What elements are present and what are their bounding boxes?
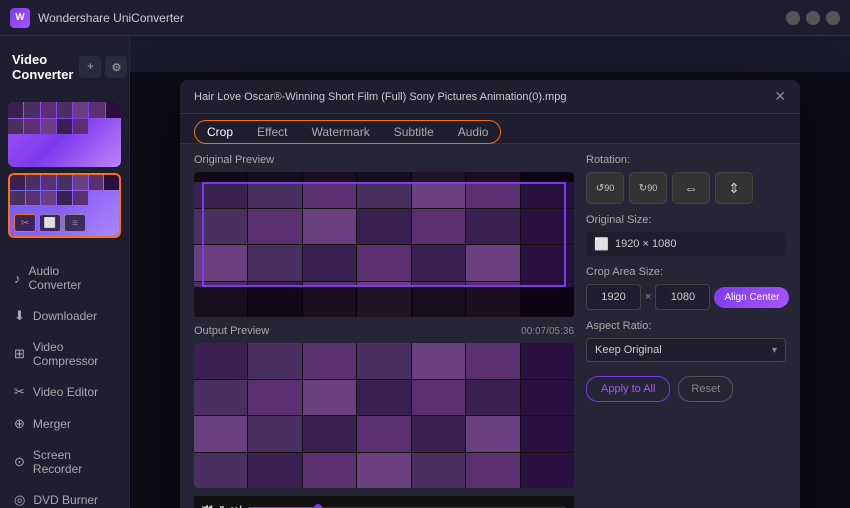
crop-separator: × xyxy=(645,291,651,303)
window-controls xyxy=(786,11,840,25)
right-panel: Rotation: ↺90 ↻90 ⇔ xyxy=(586,154,786,508)
tab-subtitle[interactable]: Subtitle xyxy=(382,121,446,143)
tab-crop[interactable]: Crop xyxy=(195,121,245,143)
compress-icon: ⊞ xyxy=(14,346,25,362)
sidebar-item-label: Video Editor xyxy=(33,385,98,399)
sidebar-item-audio-converter[interactable]: ♪ Audio Converter xyxy=(0,256,129,300)
rotation-buttons: ↺90 ↻90 ⇔ ⇕ xyxy=(586,172,786,204)
crop-dialog: Hair Love Oscar®-Winning Short Film (Ful… xyxy=(180,80,800,508)
thumbnail-area: ✂ ⬜ ≡ xyxy=(0,98,129,248)
crop-area-section: Crop Area Size: × Align Center xyxy=(586,266,786,310)
crop-width-input[interactable] xyxy=(586,284,641,310)
playback-bar: ⏮ ⏸ ⏭ xyxy=(194,496,574,508)
minimize-button[interactable] xyxy=(786,11,800,25)
dialog-overlay: Hair Love Oscar®-Winning Short Film (Ful… xyxy=(130,72,850,508)
sidebar-item-dvd-burner[interactable]: ◎ DVD Burner xyxy=(0,484,129,508)
reset-button[interactable]: Reset xyxy=(678,376,733,402)
sidebar-item-video-editor[interactable]: ✂ Video Editor xyxy=(0,376,129,408)
maximize-button[interactable] xyxy=(806,11,820,25)
output-video xyxy=(194,343,574,488)
aspect-ratio-section: Aspect Ratio: Keep Original ▾ xyxy=(586,320,786,362)
sidebar-item-label: Video Compressor xyxy=(33,340,115,368)
rotate-cw-button[interactable]: ↻90 xyxy=(629,172,667,204)
dialog-title: Hair Love Oscar®-Winning Short Film (Ful… xyxy=(194,91,766,103)
output-preview-box xyxy=(194,343,574,488)
sidebar-header: Video Converter + ⚙ xyxy=(0,44,129,98)
align-center-button[interactable]: Align Center xyxy=(714,287,789,308)
dvd-icon: ◎ xyxy=(14,492,25,508)
output-preview-label: Output Preview xyxy=(194,325,269,337)
app-logo: W xyxy=(10,8,30,28)
aspect-ratio-label: Aspect Ratio: xyxy=(586,320,786,332)
cut-tool-button[interactable]: ✂ xyxy=(14,214,36,232)
rotation-section: Rotation: ↺90 ↻90 ⇔ xyxy=(586,154,786,204)
record-icon: ⊙ xyxy=(14,454,25,470)
progress-dot xyxy=(313,504,322,508)
crop-selection[interactable] xyxy=(202,182,566,287)
action-buttons: Apply to All Reset xyxy=(586,376,786,402)
download-icon: ⬇ xyxy=(14,308,25,324)
sidebar-nav: ♪ Audio Converter ⬇ Downloader ⊞ Video C… xyxy=(0,248,129,508)
prev-button[interactable]: ⏮ xyxy=(202,501,213,508)
sidebar: Video Converter + ⚙ xyxy=(0,36,130,508)
flip-vertical-button[interactable]: ⇕ xyxy=(715,172,753,204)
app-titlebar: W Wondershare UniConverter xyxy=(0,0,850,36)
apply-to-all-button[interactable]: Apply to All xyxy=(586,376,670,402)
original-size-display: ⬜ 1920 × 1080 xyxy=(586,232,786,256)
dialog-body: Original Preview xyxy=(180,144,800,508)
audio-icon: ♪ xyxy=(14,271,21,286)
original-size-section: Original Size: ⬜ 1920 × 1080 xyxy=(586,214,786,256)
original-size-value: 1920 × 1080 xyxy=(615,238,676,250)
original-preview-box xyxy=(194,172,574,317)
rotation-label: Rotation: xyxy=(586,154,786,166)
merge-icon: ⊕ xyxy=(14,416,25,432)
sidebar-item-downloader[interactable]: ⬇ Downloader xyxy=(0,300,129,332)
sidebar-item-label: DVD Burner xyxy=(33,493,98,507)
sidebar-item-label: Audio Converter xyxy=(29,264,116,292)
tab-watermark[interactable]: Watermark xyxy=(299,121,381,143)
time-display: 00:07/05:36 xyxy=(521,326,574,337)
preview-section: Original Preview xyxy=(194,154,574,508)
chevron-down-icon: ▾ xyxy=(772,345,777,356)
crop-height-input[interactable] xyxy=(655,284,710,310)
sidebar-item-merger[interactable]: ⊕ Merger xyxy=(0,408,129,440)
thumbnail-item-1[interactable] xyxy=(8,102,121,167)
dialog-titlebar: Hair Love Oscar®-Winning Short Film (Ful… xyxy=(180,80,800,114)
sidebar-item-video-compressor[interactable]: ⊞ Video Compressor xyxy=(0,332,129,376)
thumbnail-tools: ✂ ⬜ ≡ xyxy=(14,214,86,232)
add-file-button[interactable]: + xyxy=(79,56,101,78)
sidebar-header-icons: + ⚙ xyxy=(79,56,127,78)
dialog-close-button[interactable]: ✕ xyxy=(774,88,786,105)
app-title: Wondershare UniConverter xyxy=(38,11,184,25)
aspect-ratio-value: Keep Original xyxy=(595,344,662,356)
thumbnail-preview-1 xyxy=(8,102,121,167)
list-tool-button[interactable]: ≡ xyxy=(64,214,86,232)
pause-button[interactable]: ⏸ xyxy=(219,501,225,508)
settings-icon[interactable]: ⚙ xyxy=(105,56,127,78)
size-icon: ⬜ xyxy=(594,237,609,251)
close-button[interactable] xyxy=(826,11,840,25)
tab-audio[interactable]: Audio xyxy=(446,121,501,143)
crop-area-label: Crop Area Size: xyxy=(586,266,786,278)
sidebar-main-label: Video Converter xyxy=(12,52,73,82)
crop-area-row: × Align Center xyxy=(586,284,786,310)
original-preview-label: Original Preview xyxy=(194,154,574,166)
flip-horizontal-button[interactable]: ⇔ xyxy=(672,172,710,204)
rotate-ccw-button[interactable]: ↺90 xyxy=(586,172,624,204)
crop-dark-bottom xyxy=(194,287,574,317)
sidebar-item-label: Screen Recorder xyxy=(33,448,115,476)
sidebar-item-label: Merger xyxy=(33,417,71,431)
sidebar-item-screen-recorder[interactable]: ⊙ Screen Recorder xyxy=(0,440,129,484)
thumbnail-item-2[interactable]: ✂ ⬜ ≡ xyxy=(8,173,121,238)
crop-dark-top xyxy=(194,172,574,182)
tab-group: Crop Effect Watermark Subtitle Audio xyxy=(194,120,501,144)
dialog-tabs: Crop Effect Watermark Subtitle Audio xyxy=(180,114,800,144)
original-size-label: Original Size: xyxy=(586,214,786,226)
aspect-ratio-select[interactable]: Keep Original ▾ xyxy=(586,338,786,362)
sidebar-item-label: Downloader xyxy=(33,309,97,323)
next-button[interactable]: ⏭ xyxy=(231,501,242,508)
copy-tool-button[interactable]: ⬜ xyxy=(39,214,61,232)
edit-icon: ✂ xyxy=(14,384,25,400)
tab-effect[interactable]: Effect xyxy=(245,121,299,143)
